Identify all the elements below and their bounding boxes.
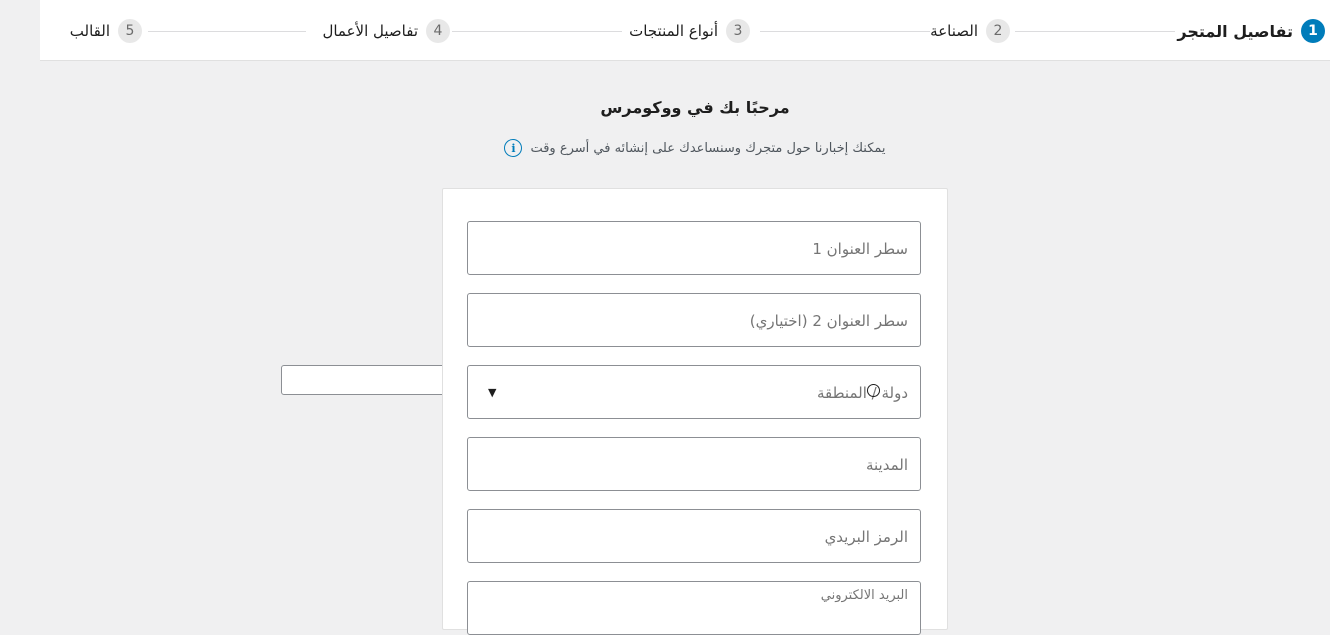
step-connector [1015,31,1175,32]
search-icon [867,384,880,397]
email-label: البريد الالكتروني [820,588,908,603]
stepper-header: 1 تفاصيل المتجر 2 الصناعة 3 أنواع المنتج… [40,0,1330,61]
address-line-2-placeholder: سطر العنوان 2 (اختياري) [749,312,908,330]
step-label: أنواع المنتجات [629,22,718,40]
step-number: 5 [118,19,142,43]
step-connector [760,31,930,32]
info-icon[interactable]: i [504,139,523,157]
address-line-2-field[interactable]: سطر العنوان 2 (اختياري) [467,293,921,347]
step-label: تفاصيل الأعمال [322,22,418,40]
country-region-placeholder: دولة / المنطقة [817,384,908,402]
setup-steps: 1 تفاصيل المتجر 2 الصناعة 3 أنواع المنتج… [40,0,1330,60]
step-product-types[interactable]: 3 أنواع المنتجات [629,18,750,44]
step-industry[interactable]: 2 الصناعة [930,18,1010,44]
step-store-details[interactable]: 1 تفاصيل المتجر [1177,18,1325,44]
city-placeholder: المدينة [865,456,908,474]
page-subtitle: يمكنك إخبارنا حول متجرك وسنساعدك على إنش… [480,137,910,159]
city-field[interactable]: المدينة [467,437,921,491]
left-admin-strip [0,0,40,608]
address-line-1-field[interactable]: سطر العنوان 1 [467,221,921,275]
step-connector [452,31,622,32]
step-label: القالب [69,22,110,40]
step-number: 4 [426,19,450,43]
store-details-card: سطر العنوان 1 سطر العنوان 2 (اختياري) دو… [442,188,948,635]
step-label: تفاصيل المتجر [1177,21,1293,41]
postcode-placeholder: الرمز البريدي [824,528,908,546]
step-number: 2 [986,19,1010,43]
step-connector [148,31,306,32]
step-theme[interactable]: 5 القالب [70,18,142,44]
email-field[interactable]: البريد الالكتروني [467,581,921,635]
dropdown-arrow-icon: ▼ [488,386,497,399]
step-label: الصناعة [930,22,978,40]
step-number: 1 [1301,19,1325,43]
step-number: 3 [726,19,750,43]
step-business-details[interactable]: 4 تفاصيل الأعمال [322,18,450,44]
page-title: مرحبًا بك في ووكومرس [600,98,790,117]
country-region-select[interactable]: دولة / المنطقة ▼ [467,365,921,419]
address-line-1-placeholder: سطر العنوان 1 [812,240,908,258]
stray-input-field[interactable] [281,365,453,395]
subtitle-text: يمكنك إخبارنا حول متجرك وسنساعدك على إنش… [530,140,886,156]
postcode-field[interactable]: الرمز البريدي [467,509,921,563]
